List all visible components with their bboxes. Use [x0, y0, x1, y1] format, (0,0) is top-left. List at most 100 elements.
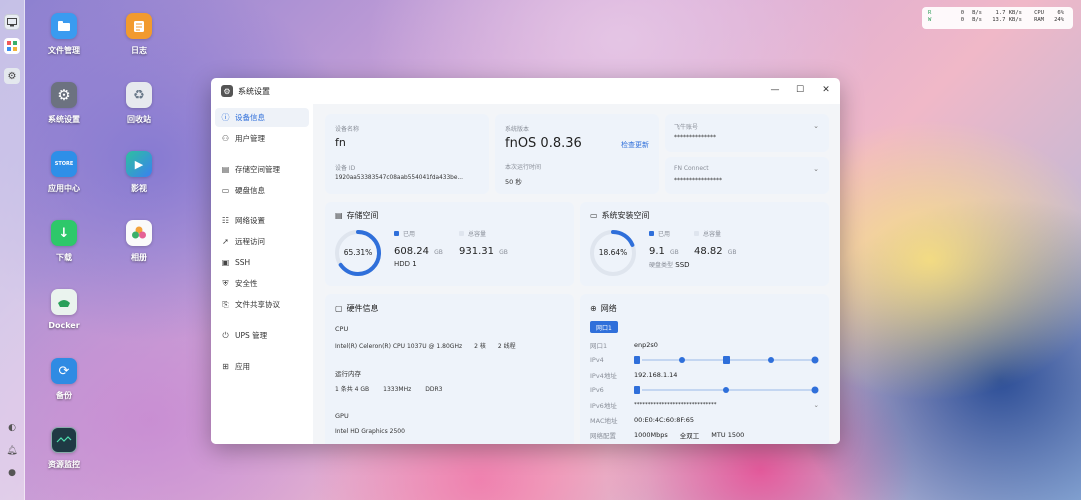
settings-icon[interactable]: ⚙: [4, 68, 20, 84]
used-swatch: [394, 231, 399, 236]
sidebar-item-label: 安全性: [235, 279, 258, 288]
read-label: R: [928, 10, 932, 16]
sidebar-item-remote[interactable]: ➚ 远程访问: [215, 232, 309, 251]
desktop-icon-docker[interactable]: Docker: [34, 289, 94, 330]
desktop-icon-label: Docker: [48, 321, 80, 330]
desktop-icon-settings[interactable]: ⚙ 系统设置: [34, 82, 94, 125]
disk-type-value: SSD: [675, 261, 690, 269]
sidebar-item-apps[interactable]: ⊞ 应用: [215, 357, 309, 376]
memory-type: DDR3: [425, 386, 443, 393]
apps-icon: ⊞: [222, 362, 229, 371]
memory-size: 1 条共 4 GB: [335, 386, 370, 393]
chevron-down-icon[interactable]: ⌄: [814, 401, 819, 409]
chevron-down-icon: ⌄: [813, 165, 819, 173]
sidebar-item-users[interactable]: ⚇ 用户管理: [215, 129, 309, 148]
system-total-legend: 总容量: [694, 229, 721, 238]
monitor-icon[interactable]: [4, 14, 20, 30]
sidebar-item-network[interactable]: ☷ 网络设置: [215, 211, 309, 230]
desktop-icon-label: 相册: [131, 253, 147, 262]
share-icon: ⎘: [222, 299, 229, 309]
write-unit: B/s: [972, 17, 982, 23]
used-label: 已用: [658, 231, 671, 238]
device-name-label: 设备名称: [335, 126, 360, 133]
net-value: ******************************: [634, 402, 717, 408]
folder-icon: [51, 13, 77, 39]
read-unit: B/s: [972, 10, 982, 16]
connect-value: ****************: [674, 177, 722, 184]
ram-value: 24%: [1054, 17, 1064, 23]
tab-port1[interactable]: 网口1: [590, 321, 618, 333]
sidebar-item-share[interactable]: ⎘ 文件共享协议: [215, 295, 309, 314]
desktop-icon-backup[interactable]: ⟳ 备份: [34, 358, 94, 401]
disk-icon: ▭: [590, 211, 598, 220]
check-update-link[interactable]: 检查更新: [621, 140, 649, 150]
desktop-icon-photos[interactable]: 相册: [109, 220, 169, 263]
sidebar-item-label: 远程访问: [235, 237, 265, 246]
net-row-port: 网口1 enp2s0: [590, 339, 819, 351]
bottom-1-icon[interactable]: ◐: [4, 420, 20, 436]
gpu-info: Intel HD Graphics 2500: [335, 428, 405, 435]
total-value: 931.31: [459, 246, 494, 257]
cpu-value: 6%: [1057, 10, 1064, 16]
network-title-text: 网络: [600, 304, 617, 313]
apps-icon[interactable]: [4, 38, 20, 54]
net-row-ipv6: IPv6: [590, 384, 819, 396]
maximize-button[interactable]: ☐: [794, 85, 806, 95]
device-name: fn: [335, 136, 346, 149]
window-titlebar[interactable]: ⚙ 系统设置 — ☐ ✕: [211, 78, 840, 104]
storage-card[interactable]: ▤ 存储空间 65.31% 已用 608.24 GB 总容量 931.31 GB …: [325, 202, 574, 286]
system-disk-title: ▭ 系统安装空间: [590, 210, 650, 221]
system-used: 9.1 GB: [649, 239, 679, 258]
desktop-icon-monitor[interactable]: 资源监控: [34, 427, 94, 470]
backup-icon: ⟳: [51, 358, 77, 384]
desktop-icon-recycle[interactable]: ♻ 回收站: [109, 82, 169, 125]
sidebar-item-security[interactable]: ⛨ 安全性: [215, 274, 309, 293]
net-key: IPv6: [590, 386, 604, 394]
store-icon: STORE: [51, 151, 77, 177]
desktop-icon-logs[interactable]: 日志: [109, 13, 169, 56]
gpu-label: GPU: [335, 412, 349, 420]
desktop-icon-download[interactable]: ↓ 下载: [34, 220, 94, 263]
storage-icon: ▤: [221, 165, 230, 174]
minimize-button[interactable]: —: [769, 85, 781, 95]
user-icon[interactable]: ●: [4, 465, 20, 481]
read-value-2: 1.7 KB/s: [995, 10, 1023, 16]
sidebar-item-disk[interactable]: ▭ 硬盘信息: [215, 181, 309, 200]
desktop-icon-video[interactable]: ▶ 影视: [109, 151, 169, 194]
log-icon: [126, 13, 152, 39]
disk-count: HDD 1: [394, 260, 417, 268]
close-button[interactable]: ✕: [820, 85, 832, 95]
hardware-card: ▢ 硬件信息 CPU Intel(R) Celeron(R) CPU 1037U …: [325, 294, 574, 444]
settings-app-icon: ⚙: [221, 85, 233, 97]
desktop-icon-label: 影视: [131, 184, 147, 193]
cpu-info: Intel(R) Celeron(R) CPU 1037U @ 1.80GHz 2…: [335, 341, 516, 350]
net-value: 00:E0:4C:60:8F:65: [634, 416, 695, 424]
sidebar-item-ssh[interactable]: ▣ SSH: [215, 253, 309, 272]
connect-card[interactable]: FN Connect **************** ⌄: [665, 157, 829, 194]
sidebar-item-storage[interactable]: ▤ 存储空间管理: [215, 160, 309, 179]
net-key: IPv4: [590, 356, 604, 364]
write-label: W: [928, 17, 932, 23]
sidebar-item-device[interactable]: ⓘ 设备信息: [215, 108, 309, 127]
bell-icon[interactable]: 🔔︎: [4, 443, 20, 459]
sidebar-item-label: UPS 管理: [235, 331, 268, 340]
desktop-icon-files[interactable]: 文件管理: [34, 13, 94, 56]
system-disk-card[interactable]: ▭ 系统安装空间 18.64% 已用 9.1 GB 总容量 48.82 GB 硬盘…: [580, 202, 829, 286]
chevron-down-icon: ⌄: [813, 122, 819, 130]
hardware-title-text: 硬件信息: [346, 304, 379, 313]
desktop-icon-label: 资源监控: [48, 460, 80, 469]
account-card[interactable]: 飞牛账号 ************** ⌄: [665, 114, 829, 152]
disk-type: HDD: [394, 260, 411, 268]
total-label: 总容量: [703, 231, 722, 238]
net-key: 网络配置: [590, 432, 616, 440]
disk-type-row: 硬盘类型 SSD: [649, 260, 690, 269]
sidebar-item-label: 硬盘信息: [235, 186, 265, 195]
ssh-icon: ▣: [221, 258, 230, 267]
used-value: 608.24: [394, 246, 429, 257]
read-value: 0: [960, 10, 964, 16]
sidebar-item-ups[interactable]: ⏻ UPS 管理: [215, 326, 309, 345]
storage-title: ▤ 存储空间: [335, 210, 379, 221]
account-label: 飞牛账号: [674, 124, 699, 131]
disk-type-label: 硬盘类型: [649, 262, 674, 269]
desktop-icon-appcenter[interactable]: STORE 应用中心: [34, 151, 94, 194]
